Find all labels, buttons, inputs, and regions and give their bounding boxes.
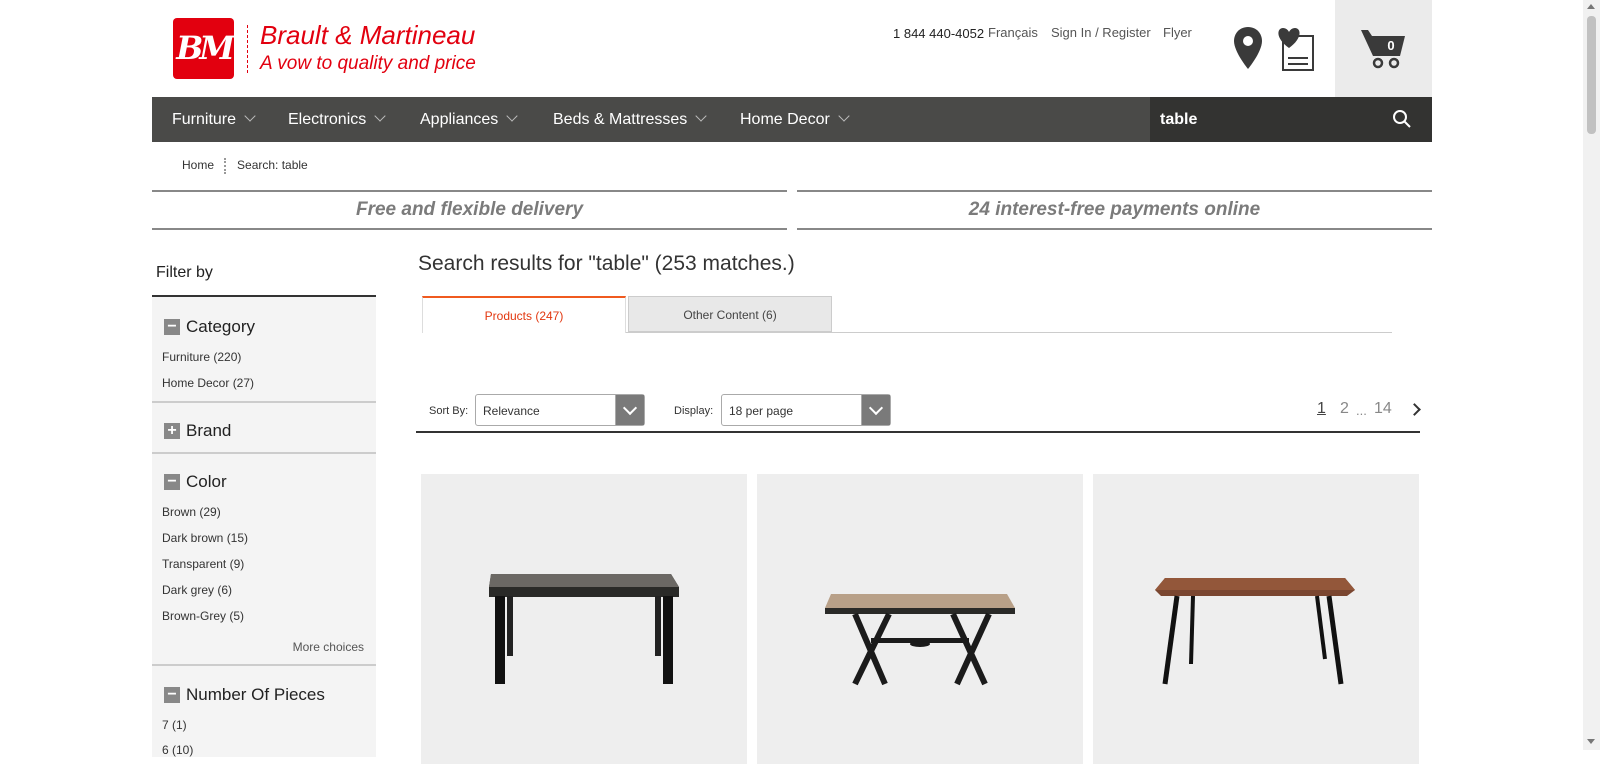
sort-select[interactable]: Relevance: [475, 394, 645, 426]
nav-appliances[interactable]: Appliances: [420, 97, 518, 142]
nav-label: Electronics: [288, 111, 367, 128]
page: BM Brault & Martineau A vow to quality a…: [152, 0, 1432, 764]
brand-logo[interactable]: BM: [173, 18, 235, 79]
brand-name[interactable]: Brault & Martineau: [260, 20, 475, 51]
filter-section-label: Number Of Pieces: [186, 685, 325, 704]
collapse-icon: −: [164, 687, 180, 703]
nav-home-decor[interactable]: Home Decor: [740, 97, 850, 142]
filter-divider: [152, 452, 376, 454]
language-link[interactable]: Français: [988, 25, 1038, 40]
product-card[interactable]: [421, 474, 747, 764]
filter-option[interactable]: Brown-Grey (5): [162, 609, 244, 623]
dark-top-dining-table-image: [489, 574, 679, 684]
filter-option[interactable]: Furniture (220): [162, 350, 241, 364]
nav-label: Furniture: [172, 111, 237, 128]
page-scrollbar[interactable]: [1583, 0, 1600, 750]
chevron-down-icon: [615, 395, 644, 425]
search-icon[interactable]: [1392, 109, 1412, 129]
filter-section-color[interactable]: − Color: [164, 472, 227, 492]
display-value: 18 per page: [729, 404, 794, 418]
filter-section-label: Category: [186, 317, 255, 336]
filter-title: Filter by: [156, 264, 213, 281]
chevron-down-icon: [838, 110, 850, 122]
filter-option[interactable]: 7 (1): [162, 718, 187, 732]
next-page-icon[interactable]: [1408, 403, 1421, 416]
results-title: Search results for "table" (253 matches.…: [418, 252, 795, 275]
flyer-link[interactable]: Flyer: [1163, 25, 1192, 40]
scrollbar-thumb[interactable]: [1587, 16, 1596, 134]
page-ellipsis: ...: [1356, 403, 1367, 418]
collapse-icon: −: [164, 319, 180, 335]
scroll-up-icon[interactable]: [1587, 4, 1595, 9]
expand-icon: +: [164, 423, 180, 439]
sign-in-link[interactable]: Sign In / Register: [1051, 25, 1151, 40]
product-card[interactable]: [757, 474, 1083, 764]
page-1[interactable]: 1: [1317, 400, 1326, 418]
search-input[interactable]: [1150, 97, 1380, 142]
filter-option[interactable]: Home Decor (27): [162, 376, 254, 390]
filter-option[interactable]: Dark grey (6): [162, 583, 232, 597]
chevron-down-icon: [695, 110, 707, 122]
filter-sidebar: Filter by − Category Furniture (220) Home…: [152, 250, 376, 757]
breadcrumb-current: Search: table: [237, 158, 308, 173]
breadcrumb: Home Search: table: [182, 158, 308, 174]
payments-banner[interactable]: 24 interest-free payments online: [797, 190, 1432, 230]
chevron-down-icon: [374, 110, 386, 122]
filter-section-number-of-pieces[interactable]: − Number Of Pieces: [164, 685, 325, 705]
walnut-table-black-legs-image: [1155, 578, 1355, 685]
main-nav: Furniture Electronics Appliances Beds & …: [152, 97, 1432, 142]
breadcrumb-separator: [224, 158, 227, 174]
wishlist-icon[interactable]: [1273, 24, 1317, 72]
nav-electronics[interactable]: Electronics: [288, 97, 386, 142]
site-header: BM Brault & Martineau A vow to quality a…: [152, 0, 1432, 97]
scroll-down-icon[interactable]: [1587, 739, 1595, 744]
brand-tagline: A vow to quality and price: [260, 53, 476, 74]
filter-divider: [152, 664, 376, 666]
filter-option[interactable]: Brown (29): [162, 505, 221, 519]
delivery-banner[interactable]: Free and flexible delivery: [152, 190, 787, 230]
toolbar-divider: [416, 431, 1420, 433]
page-2[interactable]: 2: [1340, 400, 1349, 418]
location-pin-icon[interactable]: [1230, 25, 1266, 71]
tab-other-content[interactable]: Other Content (6): [628, 296, 832, 332]
product-card[interactable]: [1093, 474, 1419, 764]
chevron-down-icon: [506, 110, 518, 122]
filter-option[interactable]: Transparent (9): [162, 557, 244, 571]
sort-value: Relevance: [483, 404, 540, 418]
nav-label: Beds & Mattresses: [553, 111, 688, 128]
phone-number[interactable]: 1 844 440-4052: [893, 26, 984, 41]
display-label: Display:: [674, 405, 714, 417]
nav-label: Appliances: [420, 111, 499, 128]
chevron-down-icon: [861, 395, 890, 425]
search-box: [1150, 97, 1432, 142]
logo-divider: [247, 25, 249, 73]
filter-section-category[interactable]: − Category: [164, 317, 255, 337]
filter-option[interactable]: Dark brown (15): [162, 531, 248, 545]
display-select[interactable]: 18 per page: [721, 394, 891, 426]
filter-section-label: Brand: [186, 421, 232, 440]
wood-top-patio-table-image: [825, 594, 1015, 686]
nav-beds-mattresses[interactable]: Beds & Mattresses: [553, 97, 707, 142]
cart-button[interactable]: 0: [1335, 0, 1432, 97]
sort-label: Sort By:: [429, 405, 469, 417]
filter-option[interactable]: 6 (10): [162, 743, 193, 757]
collapse-icon: −: [164, 474, 180, 490]
cart-count: 0: [1387, 38, 1395, 53]
filter-section-brand[interactable]: + Brand: [164, 421, 231, 441]
breadcrumb-home[interactable]: Home: [182, 158, 214, 172]
filter-panel: − Category Furniture (220) Home Decor (27…: [152, 297, 376, 757]
more-choices-link[interactable]: More choices: [293, 640, 364, 654]
nav-furniture[interactable]: Furniture: [172, 97, 256, 142]
filter-divider: [152, 401, 376, 403]
chevron-down-icon: [244, 110, 256, 122]
tab-products[interactable]: Products (247): [422, 296, 626, 333]
filter-section-label: Color: [186, 472, 227, 491]
nav-label: Home Decor: [740, 111, 830, 128]
page-14[interactable]: 14: [1374, 400, 1392, 418]
